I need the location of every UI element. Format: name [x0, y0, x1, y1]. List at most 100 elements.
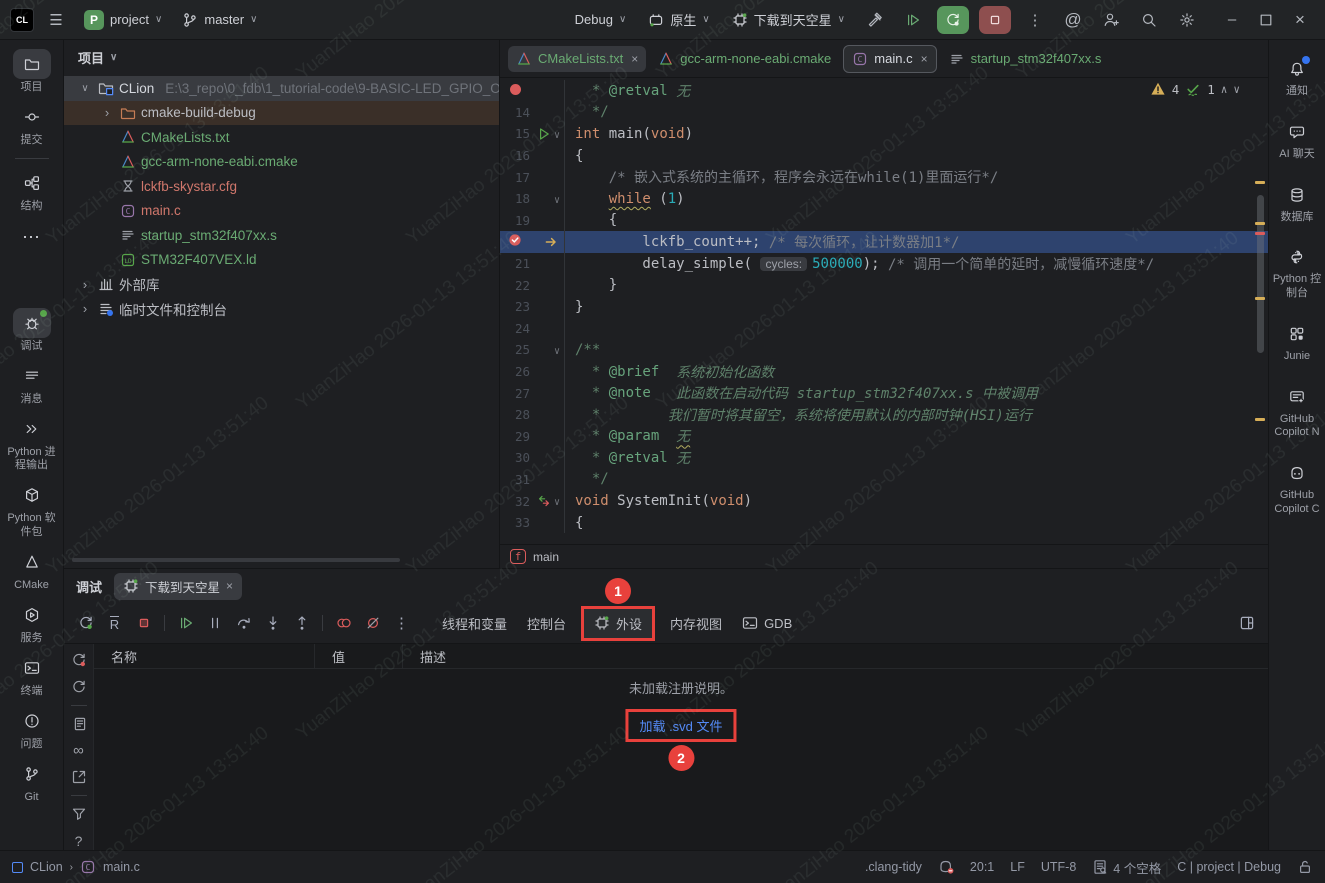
debug-view-tab-GDB[interactable]: GDB [733, 610, 801, 636]
line-number[interactable]: 15 [500, 126, 532, 141]
editor-tab-startup_stm32f407xx.s[interactable]: startup_stm32f407xx.s [941, 46, 1110, 72]
status-file-name[interactable]: main.c [103, 860, 140, 874]
code-line[interactable]: 16{ [500, 145, 1268, 167]
sidebar-item-Python 进程输出[interactable]: Python 进程输出 [3, 411, 61, 477]
stop-button[interactable] [979, 6, 1011, 34]
sidebar-item-调试[interactable]: 调试 [3, 305, 61, 358]
resume-program-button[interactable] [899, 6, 927, 34]
code-editor[interactable]: 4 1 ∧ ∨ * @retval 无14 */15∨int main(void… [500, 78, 1268, 544]
step-into-button[interactable] [259, 610, 286, 636]
stripe-mark[interactable] [1255, 181, 1265, 184]
line-number[interactable]: 19 [500, 213, 532, 228]
fold-icon[interactable]: ∨ [554, 191, 560, 207]
rerun-debug-button[interactable] [72, 610, 99, 636]
code-line[interactable]: 32∨void SystemInit(void) [500, 490, 1268, 512]
line-number[interactable]: 33 [500, 515, 532, 530]
code-line[interactable]: 22 } [500, 274, 1268, 296]
restart-red-button[interactable] [69, 651, 89, 669]
resume-button[interactable] [172, 610, 199, 636]
error-stripe[interactable] [1254, 78, 1268, 544]
line-number[interactable]: 28 [500, 407, 532, 422]
line-number[interactable] [500, 83, 532, 98]
sidebar-item-CMake[interactable]: CMake [3, 544, 61, 597]
status-item-UTF-8[interactable]: UTF-8 [1041, 860, 1076, 874]
debug-view-tab-线程和变量[interactable]: 线程和变量 [433, 609, 516, 638]
more-button[interactable]: ⋮ [388, 610, 415, 636]
code-line[interactable]: 14 */ [500, 102, 1268, 124]
load-svd-link[interactable]: 加载 .svd 文件 [639, 719, 722, 734]
vertical-scrollbar[interactable] [1257, 195, 1264, 353]
pause-button[interactable] [201, 610, 228, 636]
search-everywhere-button[interactable] [1135, 6, 1163, 34]
close-icon[interactable]: × [921, 52, 928, 66]
prev-problem-icon[interactable]: ∧ [1221, 83, 1228, 96]
sidebar-item-Python 软件包[interactable]: Python 软件包 [3, 477, 61, 543]
code-line[interactable]: 27 * @note 此函数在启动代码 startup_stm32f407xx.… [500, 382, 1268, 404]
layout-settings-button[interactable] [1233, 610, 1260, 636]
chevron-right-icon[interactable]: › [78, 277, 92, 292]
project-widget[interactable]: P project ∨ [78, 6, 168, 34]
embedded-target-selector[interactable]: 下载到天空星 ∨ [726, 6, 851, 33]
code-line[interactable]: 24 [500, 318, 1268, 340]
code-line[interactable]: 25∨/** [500, 339, 1268, 361]
code-line[interactable]: 21 delay_simple( cycles:500000); /* 调用一个… [500, 253, 1268, 275]
stripe-mark[interactable] [1255, 297, 1265, 300]
line-number[interactable] [500, 232, 532, 251]
line-number[interactable]: 21 [500, 256, 532, 271]
code-with-me-button[interactable] [1097, 6, 1125, 34]
line-number[interactable]: 23 [500, 299, 532, 314]
tree-row[interactable]: Cmain.c [64, 199, 499, 224]
step-over-button[interactable] [230, 610, 257, 636]
sidebar-item-消息[interactable]: 消息 [3, 358, 61, 411]
line-number[interactable]: 16 [500, 148, 532, 163]
sidebar-item-服务[interactable]: 服务 [3, 597, 61, 650]
stop-button[interactable] [130, 610, 157, 636]
line-number[interactable]: 14 [500, 105, 532, 120]
stripe-mark[interactable] [1255, 232, 1265, 235]
tree-row[interactable]: LDSTM32F407VEX.ld [64, 248, 499, 273]
tree-row[interactable]: ›cmake-build-debug [64, 101, 499, 126]
settings-button[interactable] [1173, 6, 1201, 34]
tree-row[interactable]: ›临时文件和控制台 [64, 297, 499, 322]
status-item-20:1[interactable]: 20:1 [970, 860, 994, 874]
next-problem-icon[interactable]: ∨ [1233, 83, 1240, 96]
sidebar-item-终端[interactable]: 终端 [3, 650, 61, 703]
editor-tab-gcc-arm-none-eabi.cmake[interactable]: gcc-arm-none-eabi.cmake [650, 46, 839, 72]
debug-view-tab-peripherals[interactable]: 外设 [592, 612, 644, 635]
tree-row[interactable]: lckfb-skystar.cfg [64, 174, 499, 199]
view-bp-button[interactable] [330, 610, 357, 636]
line-number[interactable]: 27 [500, 386, 532, 401]
status-item[interactable] [1297, 859, 1313, 875]
debug-view-tab-控制台[interactable]: 控制台 [518, 609, 575, 638]
stripe-mark[interactable] [1255, 222, 1265, 225]
ai-assistant-button[interactable]: @ [1059, 6, 1087, 34]
status-item-4 个空格[interactable]: 4 个空格 [1092, 858, 1161, 877]
sidebar-item-Junie[interactable]: Junie [1270, 315, 1324, 374]
sidebar-item-Python 控制台[interactable]: Python 控制台 [1270, 238, 1324, 311]
build-button[interactable] [861, 6, 889, 34]
line-number[interactable]: 29 [500, 429, 532, 444]
sidebar-item-数据库[interactable]: 数据库 [1270, 176, 1324, 235]
line-number[interactable]: 25 [500, 342, 532, 357]
pin-inf-button[interactable]: ∞ [69, 742, 89, 760]
maximize-button[interactable] [1251, 6, 1281, 34]
mute-bp-button[interactable] [359, 610, 386, 636]
close-button[interactable]: × [1285, 6, 1315, 34]
code-line[interactable]: 18∨ while (1) [500, 188, 1268, 210]
status-item[interactable] [938, 859, 954, 875]
column-header-描述[interactable]: 描述 [403, 644, 1268, 668]
chevron-down-icon[interactable]: ∨ [110, 52, 117, 63]
refresh-button[interactable] [69, 678, 89, 696]
fold-icon[interactable]: ∨ [554, 342, 560, 358]
tree-row[interactable]: gcc-arm-none-eabi.cmake [64, 150, 499, 175]
line-number[interactable]: 17 [500, 170, 532, 185]
horizontal-scrollbar[interactable] [72, 558, 400, 562]
debug-view-tab-内存视图[interactable]: 内存视图 [661, 609, 731, 638]
status-item-.clang-tidy[interactable]: .clang-tidy [865, 860, 922, 874]
sidebar-item-通知[interactable]: 通知 [1270, 50, 1324, 109]
minimize-button[interactable]: – [1217, 6, 1247, 34]
chevron-right-icon[interactable]: › [78, 301, 92, 316]
code-line[interactable]: 26 * @brief 系统初始化函数 [500, 361, 1268, 383]
code-line[interactable]: 30 * @retval 无 [500, 447, 1268, 469]
editor-tab-CMakeLists.txt[interactable]: CMakeLists.txt× [508, 46, 646, 72]
